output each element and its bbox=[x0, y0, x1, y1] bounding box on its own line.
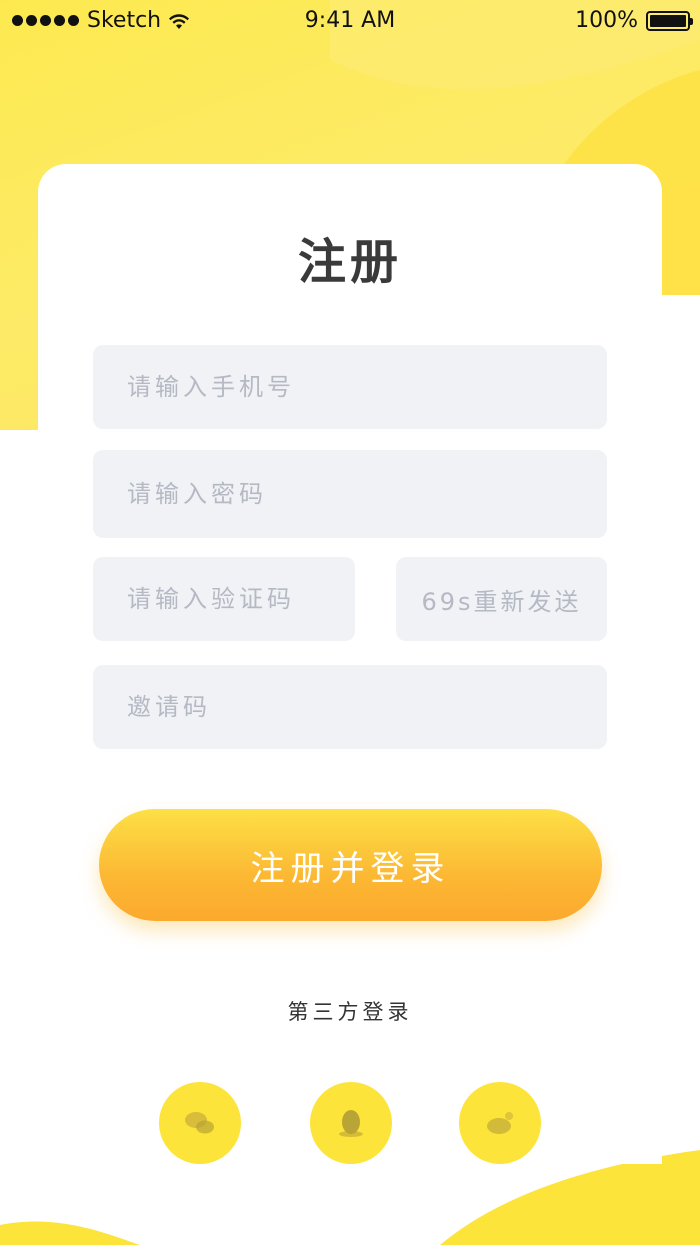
third-party-login-label: 第三方登录 bbox=[287, 1000, 413, 1024]
qq-icon bbox=[339, 1110, 363, 1137]
battery-icon bbox=[646, 10, 693, 31]
wechat-icon bbox=[185, 1112, 214, 1134]
weibo-login-button[interactable] bbox=[459, 1082, 541, 1164]
page-title: 注册 bbox=[297, 234, 402, 290]
resend-code-button[interactable]: 69s重新发送 bbox=[396, 557, 607, 641]
header-cutout bbox=[662, 295, 700, 430]
password-input[interactable] bbox=[93, 450, 607, 538]
status-right: 100% bbox=[575, 8, 693, 33]
qq-login-button[interactable] bbox=[310, 1082, 392, 1164]
invite-code-input[interactable] bbox=[93, 665, 607, 749]
status-bar: Sketch 9:41 AM 100% bbox=[0, 0, 700, 44]
verification-code-input[interactable] bbox=[93, 557, 355, 641]
register-and-login-button[interactable]: 注册并登录 bbox=[99, 809, 602, 921]
wechat-login-button[interactable] bbox=[159, 1082, 241, 1164]
weibo-icon bbox=[487, 1112, 513, 1134]
battery-percent: 100% bbox=[575, 8, 638, 33]
phone-input[interactable] bbox=[93, 345, 607, 429]
